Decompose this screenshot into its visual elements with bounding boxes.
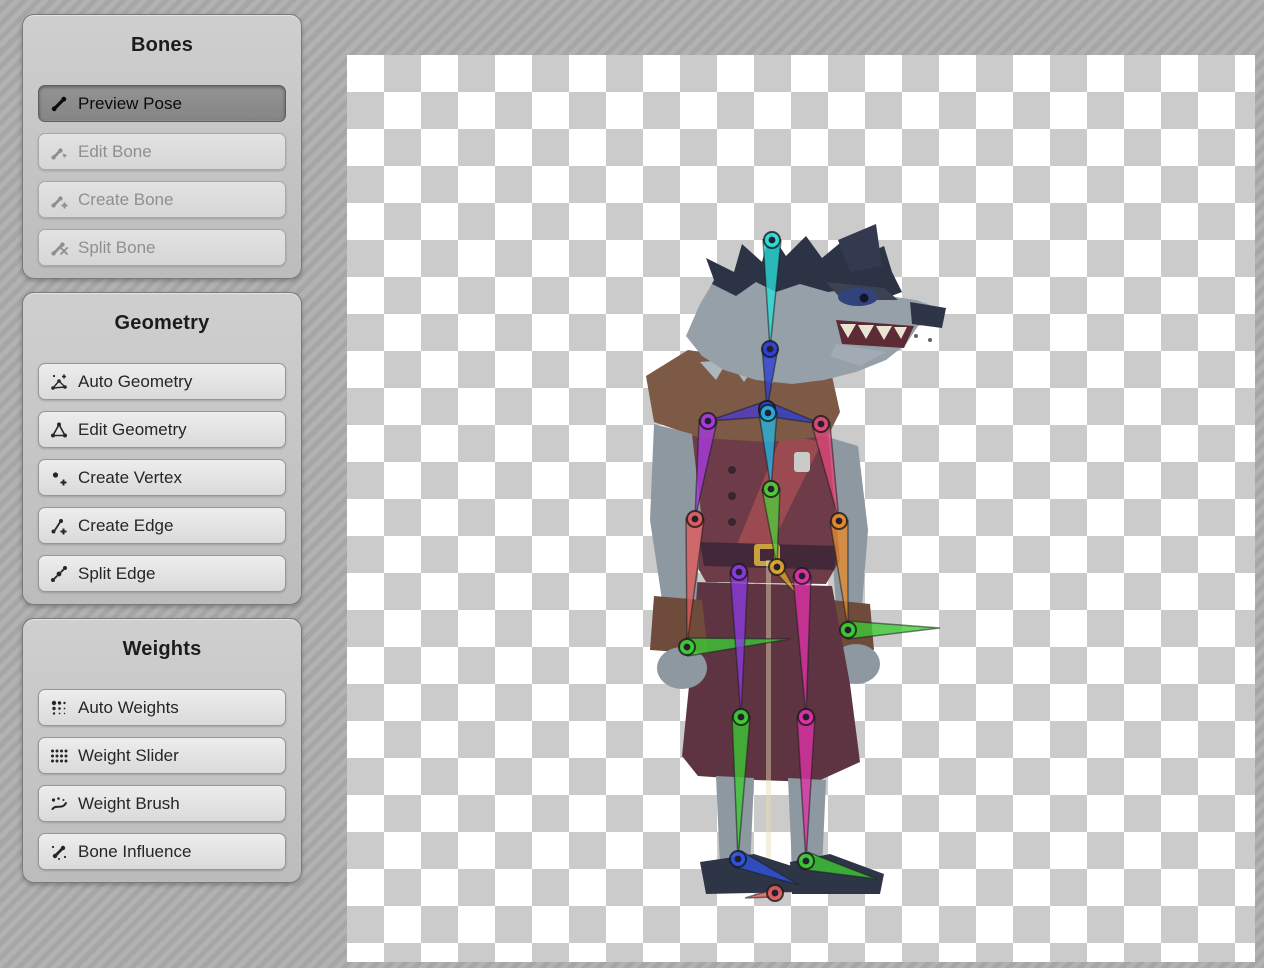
weight-slider-icon (49, 746, 69, 766)
auto-geometry-icon (49, 372, 69, 392)
edit-geometry-button[interactable]: Edit Geometry (38, 411, 286, 448)
split-bone-button[interactable]: Split Bone (38, 229, 286, 266)
button-label: Edit Geometry (78, 420, 187, 440)
edit-bone-button[interactable]: Edit Bone (38, 133, 286, 170)
panel-title-bones: Bones (23, 31, 301, 59)
edit-geometry-icon (49, 420, 69, 440)
create-vertex-icon (49, 468, 69, 488)
button-label: Edit Bone (78, 142, 152, 162)
weight-brush-icon (49, 794, 69, 814)
create-vertex-button[interactable]: Create Vertex (38, 459, 286, 496)
create-bone-icon (49, 190, 69, 210)
button-label: Weight Slider (78, 746, 179, 766)
auto-weights-button[interactable]: Auto Weights (38, 689, 286, 726)
button-label: Split Edge (78, 564, 156, 584)
button-label: Create Edge (78, 516, 173, 536)
split-bone-icon (49, 238, 69, 258)
button-label: Preview Pose (78, 94, 182, 114)
weight-brush-button[interactable]: Weight Brush (38, 785, 286, 822)
edit-bone-icon (49, 142, 69, 162)
button-label: Create Bone (78, 190, 173, 210)
panel-title-geometry: Geometry (23, 309, 301, 337)
button-label: Weight Brush (78, 794, 180, 814)
sprite-canvas[interactable] (347, 55, 1255, 962)
button-label: Auto Weights (78, 698, 179, 718)
preview-pose-button[interactable]: Preview Pose (38, 85, 286, 122)
weight-slider-button[interactable]: Weight Slider (38, 737, 286, 774)
create-edge-icon (49, 516, 69, 536)
create-edge-button[interactable]: Create Edge (38, 507, 286, 544)
panel-title-weights: Weights (23, 635, 301, 663)
weights-panel: Weights Auto Weights Weight Slider Weigh… (22, 618, 302, 883)
create-bone-button[interactable]: Create Bone (38, 181, 286, 218)
button-label: Split Bone (78, 238, 156, 258)
auto-geometry-button[interactable]: Auto Geometry (38, 363, 286, 400)
button-label: Bone Influence (78, 842, 191, 862)
skinning-editor: Bones Preview Pose Edit Bone Create Bone… (0, 0, 1264, 968)
button-label: Auto Geometry (78, 372, 192, 392)
bone-influence-icon (49, 842, 69, 862)
split-edge-button[interactable]: Split Edge (38, 555, 286, 592)
button-label: Create Vertex (78, 468, 182, 488)
bones-panel: Bones Preview Pose Edit Bone Create Bone… (22, 14, 302, 279)
preview-pose-icon (49, 94, 69, 114)
auto-weights-icon (49, 698, 69, 718)
bone-influence-button[interactable]: Bone Influence (38, 833, 286, 870)
split-edge-icon (49, 564, 69, 584)
geometry-panel: Geometry Auto Geometry Edit Geometry Cre… (22, 292, 302, 605)
